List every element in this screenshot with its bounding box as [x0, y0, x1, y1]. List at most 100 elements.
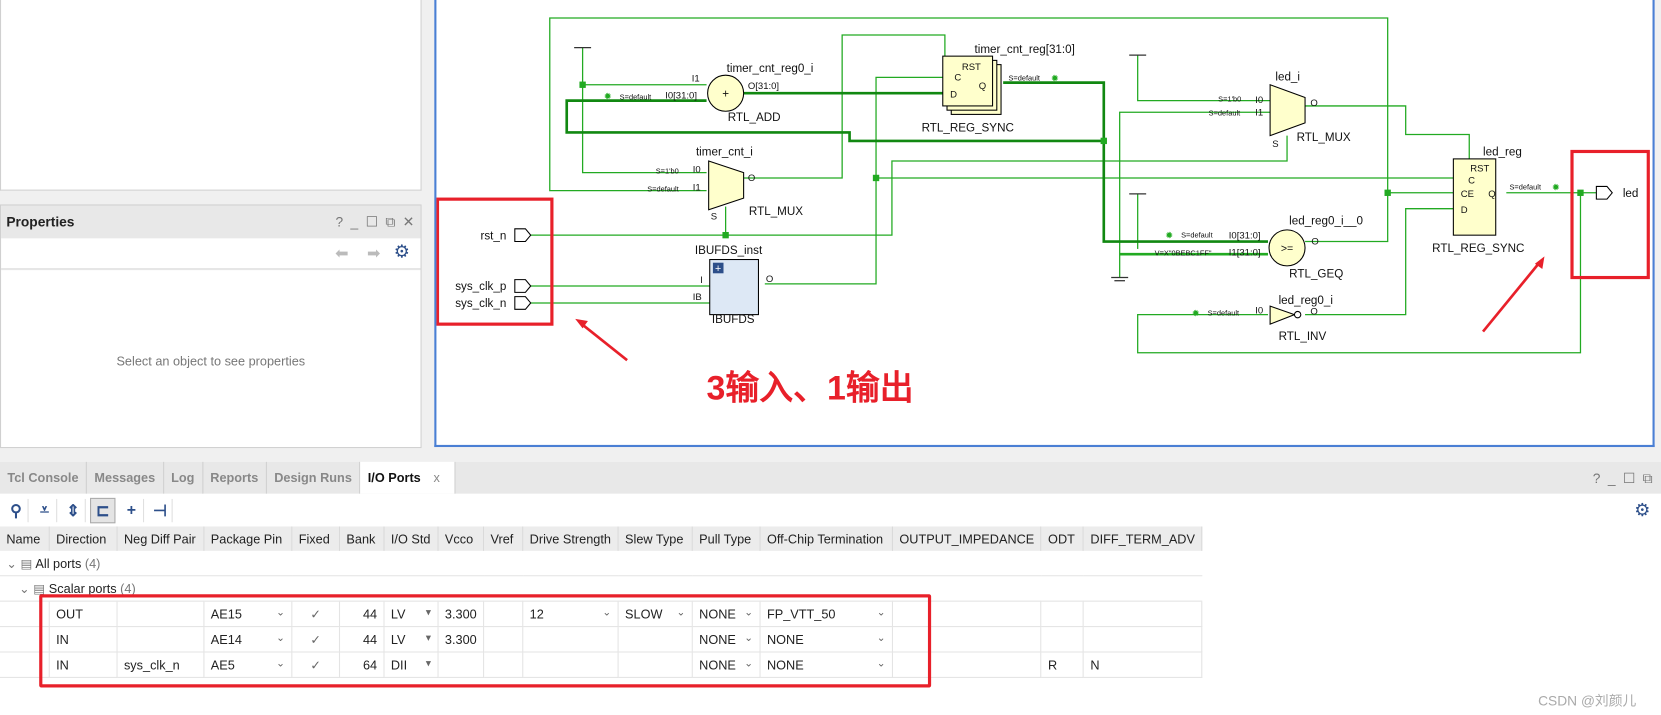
output-highlight-box — [1570, 149, 1650, 280]
column-header[interactable]: ODT — [1041, 526, 1085, 551]
svg-text:S=default: S=default — [1209, 108, 1241, 117]
column-header[interactable]: Pull Type — [692, 526, 761, 551]
svg-text:O: O — [1311, 237, 1318, 248]
svg-text:RTL_REG_SYNC: RTL_REG_SYNC — [922, 121, 1014, 134]
cell-value: R — [1048, 657, 1058, 673]
arrow-input — [579, 322, 628, 362]
column-header[interactable]: Bank — [339, 526, 385, 551]
svg-text:I0: I0 — [693, 165, 701, 176]
svg-text:C: C — [1468, 175, 1475, 186]
table-highlight-box — [39, 594, 932, 688]
svg-text:RTL_MUX: RTL_MUX — [1297, 131, 1351, 144]
add-type: RTL_ADD — [728, 111, 781, 124]
maximize-icon[interactable]: ☐ — [1623, 470, 1635, 487]
tab-log[interactable]: Log — [164, 461, 203, 494]
forward-arrow-icon[interactable]: ➡ — [367, 244, 380, 263]
column-header[interactable]: Off-Chip Termination — [760, 526, 894, 551]
bug-icon: ✹ — [1051, 74, 1059, 85]
auto-assign-icon[interactable]: ⊣ — [148, 498, 173, 522]
svg-text:S=default: S=default — [647, 185, 679, 194]
minimize-icon[interactable]: _ — [1608, 470, 1616, 486]
bottom-tab-bar: Tcl Console Messages Log Reports Design … — [0, 461, 1661, 494]
timer-cnt-mux-cell — [708, 160, 745, 211]
port-rst_n — [514, 228, 532, 243]
expand-all-icon[interactable]: ⇕ — [61, 498, 86, 522]
svg-text:S=1'b0: S=1'b0 — [656, 167, 679, 176]
svg-text:RTL_GEQ: RTL_GEQ — [1289, 268, 1343, 281]
help-icon[interactable]: ? — [1593, 470, 1601, 486]
column-header[interactable]: Vcco — [438, 526, 485, 551]
bug-icon: ✹ — [604, 92, 612, 103]
svg-text:Q: Q — [979, 81, 986, 92]
svg-text:O: O — [1310, 98, 1317, 109]
port-sys_clk_n — [514, 296, 532, 310]
minimize-icon[interactable]: _ — [351, 206, 359, 239]
column-header[interactable]: Direction — [49, 526, 118, 551]
svg-text:led_reg0_i__0: led_reg0_i__0 — [1289, 215, 1363, 228]
float-icon[interactable]: ⧉ — [1643, 470, 1653, 487]
cell-odt — [1041, 626, 1085, 653]
svg-text:V=X"0BEBC1FF": V=X"0BEBC1FF" — [1155, 248, 1212, 257]
maximize-icon[interactable]: ☐ — [366, 206, 378, 239]
column-header[interactable]: DIFF_TERM_ADV — [1083, 526, 1203, 551]
port-label-sys_clk_p: sys_clk_p — [455, 280, 506, 293]
tab-reports[interactable]: Reports — [203, 461, 267, 494]
svg-text:I0[31:0]: I0[31:0] — [665, 91, 697, 102]
schematic-canvas[interactable]: rst_n sys_clk_p sys_clk_n led + timer_cn… — [436, 0, 1656, 447]
column-header[interactable]: Slew Type — [618, 526, 693, 551]
column-header[interactable]: Package Pin — [203, 526, 293, 551]
gear-icon[interactable]: ⚙ — [1634, 499, 1650, 520]
column-header[interactable]: Drive Strength — [522, 526, 619, 551]
group-all-ports[interactable]: ⌄ ▤ All ports (4) — [0, 550, 1202, 577]
svg-text:RTL_REG_SYNC: RTL_REG_SYNC — [1432, 242, 1524, 255]
svg-text:RTL_INV: RTL_INV — [1279, 330, 1327, 343]
svg-text:I1: I1 — [1255, 107, 1263, 118]
gear-icon[interactable]: ⚙ — [394, 242, 410, 263]
cell-diff — [1083, 601, 1203, 628]
properties-title: Properties — [6, 213, 75, 230]
svg-text:S=default: S=default — [1208, 309, 1240, 318]
tab-design-runs[interactable]: Design Runs — [267, 461, 361, 494]
tab-tcl-console[interactable]: Tcl Console — [0, 461, 87, 494]
port-label-sys_clk_n: sys_clk_n — [455, 297, 506, 310]
svg-text:S: S — [1272, 139, 1278, 150]
svg-text:led_reg: led_reg — [1483, 146, 1522, 159]
svg-text:RST: RST — [1470, 164, 1489, 175]
search-icon[interactable]: ⚲ — [4, 498, 29, 522]
wire-const-add — [581, 47, 707, 174]
svg-text:IBUFDS: IBUFDS — [712, 313, 755, 326]
column-header[interactable]: OUTPUT_IMPEDANCE — [892, 526, 1042, 551]
float-icon[interactable]: ⧉ — [385, 206, 395, 239]
collapse-all-icon[interactable]: ⩡ — [33, 498, 58, 522]
group-icon[interactable]: ⊏ — [90, 497, 116, 523]
svg-text:I1[31:0]: I1[31:0] — [1229, 247, 1261, 258]
tab-io-ports[interactable]: I/O Ports x — [360, 461, 456, 494]
close-tab-icon[interactable]: x — [433, 470, 439, 485]
tab-messages[interactable]: Messages — [87, 461, 164, 494]
back-arrow-icon[interactable]: ⬅ — [335, 244, 348, 263]
cell-diff — [1083, 626, 1203, 653]
schematic-view[interactable]: rst_n sys_clk_p sys_clk_n led + timer_cn… — [434, 0, 1656, 448]
svg-text:O[31:0]: O[31:0] — [748, 81, 779, 92]
svg-text:O: O — [1310, 307, 1317, 318]
port-label-rst_n: rst_n — [480, 229, 506, 242]
svg-text:>=: >= — [1281, 243, 1293, 255]
column-header[interactable]: Fixed — [291, 526, 341, 551]
add-icon[interactable]: + — [120, 498, 145, 522]
svg-text:Q: Q — [1488, 189, 1495, 200]
led-mux-cell — [1269, 83, 1306, 137]
svg-text:S: S — [711, 211, 717, 222]
svg-text:timer_cnt_reg[31:0]: timer_cnt_reg[31:0] — [975, 43, 1075, 56]
svg-text:CE: CE — [1461, 189, 1474, 200]
column-header[interactable]: I/O Std — [383, 526, 439, 551]
svg-text:I0: I0 — [1255, 306, 1263, 317]
help-icon[interactable]: ? — [335, 206, 343, 239]
port-led — [1595, 185, 1613, 200]
svg-text:D: D — [950, 89, 957, 100]
close-icon[interactable]: ✕ — [403, 206, 415, 239]
column-header[interactable]: Neg Diff Pair — [117, 526, 205, 551]
column-header[interactable]: Name — [0, 526, 50, 551]
column-header[interactable]: Vref — [483, 526, 524, 551]
properties-empty-text: Select an object to see properties — [116, 353, 306, 369]
svg-text:C: C — [954, 73, 961, 84]
